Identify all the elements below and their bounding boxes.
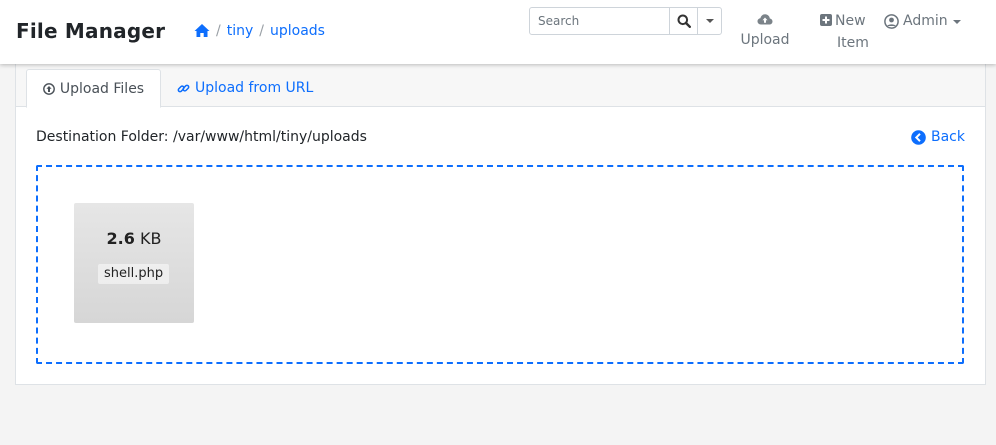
app-brand[interactable]: File Manager: [16, 19, 165, 43]
breadcrumb-separator: /: [259, 23, 264, 39]
search-options-dropdown[interactable]: [697, 8, 721, 34]
tab-upload-from-url[interactable]: Upload from URL: [177, 69, 313, 107]
caret-down-icon: [952, 20, 961, 24]
search-button[interactable]: [669, 8, 697, 34]
caret-down-icon: [705, 19, 714, 23]
tab-upload-files[interactable]: Upload Files: [26, 69, 161, 108]
home-icon[interactable]: [194, 23, 210, 39]
breadcrumb-item-uploads[interactable]: uploads: [270, 23, 325, 39]
destination-path: /var/www/html/tiny/uploads: [172, 129, 367, 145]
cloud-upload-icon: [736, 12, 794, 30]
top-navbar: File Manager / tiny / uploads Upload New…: [0, 0, 996, 64]
arrow-circle-up-icon: [42, 82, 55, 95]
search-input[interactable]: [530, 8, 669, 34]
file-size-value: 2.6: [106, 229, 135, 248]
tab-upload-files-label: Upload Files: [59, 80, 145, 97]
upload-card: Upload Files Upload from URL Destination…: [15, 58, 986, 385]
plus-square-icon: [820, 12, 832, 33]
breadcrumb: / tiny / uploads: [194, 23, 325, 39]
user-circle-icon: [884, 14, 899, 29]
back-label: Back: [931, 129, 965, 145]
file-size: 2.6 KB: [74, 229, 194, 248]
search-group: [529, 7, 722, 35]
link-icon: [177, 84, 190, 92]
user-menu[interactable]: Admin: [884, 11, 961, 32]
breadcrumb-separator: /: [216, 23, 221, 39]
search-icon: [677, 14, 691, 28]
destination-folder: Destination Folder: /var/www/html/tiny/u…: [36, 129, 367, 145]
back-button[interactable]: Back: [911, 129, 965, 145]
file-name: shell.php: [98, 264, 170, 284]
chevron-circle-left-icon: [911, 129, 926, 145]
new-item-label-line1: New: [835, 13, 866, 29]
breadcrumb-item-tiny[interactable]: tiny: [227, 23, 254, 39]
file-preview: 2.6 KB shell.php: [74, 203, 194, 323]
upload-nav-label: Upload: [740, 32, 790, 48]
file-size-unit: KB: [139, 229, 162, 248]
upload-nav-button[interactable]: Upload: [736, 12, 794, 51]
upload-dropzone[interactable]: 2.6 KB shell.php: [36, 165, 964, 364]
upload-tabs: Upload Files Upload from URL: [16, 59, 985, 108]
new-item-label-line2: Item: [837, 35, 869, 51]
new-item-button[interactable]: New Item: [820, 11, 882, 54]
tab-upload-from-url-label: Upload from URL: [195, 80, 314, 96]
destination-label: Destination Folder:: [36, 129, 169, 145]
user-menu-label: Admin: [903, 13, 948, 29]
